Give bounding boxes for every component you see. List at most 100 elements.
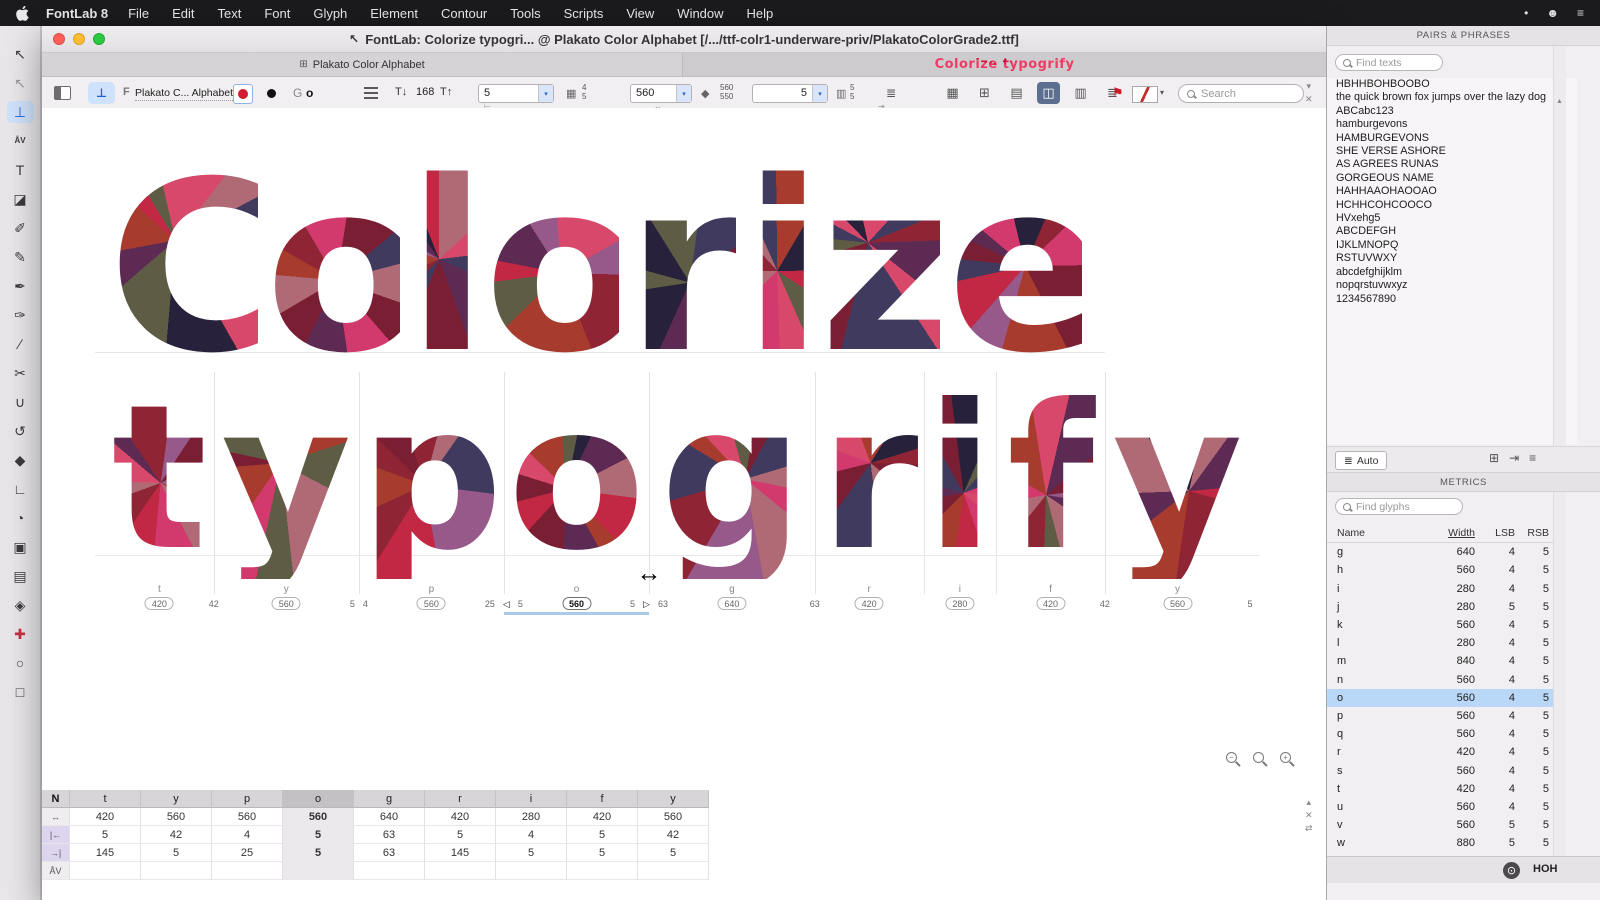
direct-select-tool[interactable]: ↖ xyxy=(7,72,34,94)
panel-fontmap-button[interactable]: ▦ xyxy=(941,82,964,104)
menu-edit[interactable]: Edit xyxy=(172,6,194,21)
panel-list-view-button[interactable]: ▤ xyxy=(1005,82,1028,104)
gt-row-w[interactable]: w 880 5 5 xyxy=(1327,834,1553,852)
width-combo[interactable]: 560 ▾ xyxy=(630,84,692,103)
glyph-t-row2[interactable]: t xyxy=(105,379,214,579)
text-tool[interactable]: T xyxy=(7,159,34,181)
metric-width-badge[interactable]: 560 xyxy=(416,597,446,610)
rapid-pen-tool[interactable]: ✑ xyxy=(7,304,34,326)
apply-metrics-icon[interactable]: ⇥ xyxy=(1509,451,1519,465)
bt-value-cell[interactable]: 5 xyxy=(141,844,212,862)
gt-row-k[interactable]: k 560 4 5 xyxy=(1327,616,1553,634)
metric-width-badge[interactable]: 560 xyxy=(561,597,592,610)
sidebar-toggle-icon[interactable] xyxy=(54,86,71,100)
phrase-item[interactable]: HBHHBOHBOOBO xyxy=(1327,78,1577,91)
text-size-value[interactable]: 168 xyxy=(416,86,434,98)
flag-icon[interactable]: ⚑ xyxy=(1112,85,1124,101)
glyph-o-row1[interactable]: o xyxy=(265,151,426,386)
fill-tool[interactable]: ◆ xyxy=(7,449,34,471)
zoom-level-combo[interactable]: 5 ▾ xyxy=(478,84,554,103)
phrase-item[interactable]: RSTUVWXY xyxy=(1327,252,1577,265)
active-color-swatch[interactable] xyxy=(233,84,253,104)
text-size-down-icon[interactable]: T↓ xyxy=(395,86,407,98)
menu-glyph[interactable]: Glyph xyxy=(313,6,347,21)
bt-column-header-y[interactable]: y xyxy=(638,790,709,808)
scroll-up-table-icon[interactable]: ▴ xyxy=(1307,798,1312,807)
gt-row-j[interactable]: j 280 5 5 xyxy=(1327,598,1553,616)
gt-column-header-rsb[interactable]: RSB xyxy=(1515,527,1549,539)
menu-file[interactable]: File xyxy=(128,6,149,21)
menu-tools[interactable]: Tools xyxy=(510,6,540,21)
bt-value-cell[interactable]: 640 xyxy=(354,808,425,826)
zoom-reset-button[interactable] xyxy=(1253,752,1269,768)
magnet-tool[interactable]: ∪ xyxy=(7,391,34,413)
bt-value-cell[interactable]: 145 xyxy=(70,844,141,862)
bt-value-cell[interactable]: 5 xyxy=(496,844,567,862)
bt-value-cell[interactable] xyxy=(70,862,141,880)
glyph-z-row1[interactable]: z xyxy=(820,151,957,386)
bt-value-cell[interactable] xyxy=(141,862,212,880)
rectangle-tool[interactable]: □ xyxy=(7,681,34,703)
glyph-g-row2[interactable]: g xyxy=(649,379,815,579)
gt-row-u[interactable]: u 560 4 5 xyxy=(1327,798,1553,816)
glyph-l-row1[interactable]: l xyxy=(407,151,488,386)
bt-value-cell[interactable]: 5 xyxy=(283,844,354,862)
bt-value-cell[interactable] xyxy=(212,862,283,880)
menu-view[interactable]: View xyxy=(626,6,654,21)
kerning-tool[interactable]: ÅV xyxy=(7,130,34,152)
pencil-tool[interactable]: ✎ xyxy=(7,246,34,268)
bt-column-header-o[interactable]: o xyxy=(283,790,354,808)
gt-row-t[interactable]: t 420 4 5 xyxy=(1327,780,1553,798)
bt-value-cell[interactable]: 5 xyxy=(567,826,638,844)
gt-row-q[interactable]: q 560 4 5 xyxy=(1327,725,1553,743)
glyph-C-row1[interactable]: C xyxy=(108,151,280,386)
knife-tool[interactable]: ∕ xyxy=(7,333,34,355)
eraser-tool[interactable]: ◪ xyxy=(7,188,34,210)
chevron-down-icon[interactable]: ▾ xyxy=(676,85,691,102)
scissors-tool[interactable]: ✂ xyxy=(7,362,34,384)
bt-value-cell[interactable]: 42 xyxy=(638,826,709,844)
rotate-tool[interactable]: ↺ xyxy=(7,420,34,442)
bt-value-cell[interactable]: 280 xyxy=(496,808,567,826)
metrics-mode-button[interactable]: ⊥ xyxy=(88,82,115,104)
glyph-e-row1[interactable]: e xyxy=(947,151,1106,386)
phrase-item[interactable]: HAMBURGEVONS xyxy=(1327,132,1577,145)
metric-width-badge[interactable]: 560 xyxy=(1162,597,1193,610)
phrase-item[interactable]: 1234567890 xyxy=(1327,293,1577,306)
gt-row-m[interactable]: m 840 4 5 xyxy=(1327,652,1553,670)
metric-width-badge[interactable]: 280 xyxy=(945,597,975,610)
phrase-item[interactable]: HVxehg5 xyxy=(1327,212,1577,225)
bt-value-cell[interactable] xyxy=(354,862,425,880)
bt-value-cell[interactable]: 63 xyxy=(354,844,425,862)
panel-preview-button[interactable]: ▥ xyxy=(1069,82,1092,104)
bt-column-header-r[interactable]: r xyxy=(425,790,496,808)
context-toggle-button[interactable]: HOH xyxy=(1533,863,1557,875)
bt-column-header-g[interactable]: g xyxy=(354,790,425,808)
right-handle-icon[interactable]: ▷ xyxy=(643,598,650,610)
close-table-icon[interactable]: ✕ xyxy=(1305,811,1313,820)
preview-eye-button[interactable]: ⊙ xyxy=(1503,862,1520,879)
zoom-in-button[interactable]: + xyxy=(1280,752,1296,768)
phrase-item[interactable]: IJKLMNOPQ xyxy=(1327,239,1577,252)
gt-row-o[interactable]: o 560 4 5 xyxy=(1327,688,1553,707)
bt-column-header-p[interactable]: p xyxy=(212,790,283,808)
user-account-icon[interactable]: ☻ xyxy=(1546,6,1559,20)
glyph-p-row2[interactable]: p xyxy=(359,379,504,579)
metric-width-badge[interactable]: 560 xyxy=(271,597,301,610)
bt-value-cell[interactable]: 420 xyxy=(70,808,141,826)
window-titlebar[interactable]: ↖ FontLab: Colorize typogri... @ Plakato… xyxy=(42,26,1326,53)
metrics-tool[interactable]: ⊥ xyxy=(6,101,34,123)
font-name-selector[interactable]: Plakato C... Alphabet xyxy=(135,87,234,101)
phrase-item[interactable]: HCHHCOHCOOCO xyxy=(1327,199,1577,212)
phrase-item[interactable]: the quick brown fox jumps over the lazy … xyxy=(1327,91,1577,104)
find-texts-input[interactable]: Find texts xyxy=(1335,54,1443,71)
metric-width-badge[interactable]: 640 xyxy=(717,597,747,610)
collapse-toolbar-icon[interactable]: ▾ xyxy=(1307,82,1312,91)
alignment-icon[interactable] xyxy=(364,87,378,99)
bt-value-cell[interactable]: 4 xyxy=(496,826,567,844)
bt-value-cell[interactable]: 560 xyxy=(638,808,709,826)
metric-width-badge[interactable]: 420 xyxy=(854,597,884,610)
bt-value-cell[interactable]: 560 xyxy=(212,808,283,826)
phrase-item[interactable]: nopqrstuvwxyz xyxy=(1327,279,1577,292)
panel-glyph-grid-button[interactable]: ⊞ xyxy=(973,82,996,104)
